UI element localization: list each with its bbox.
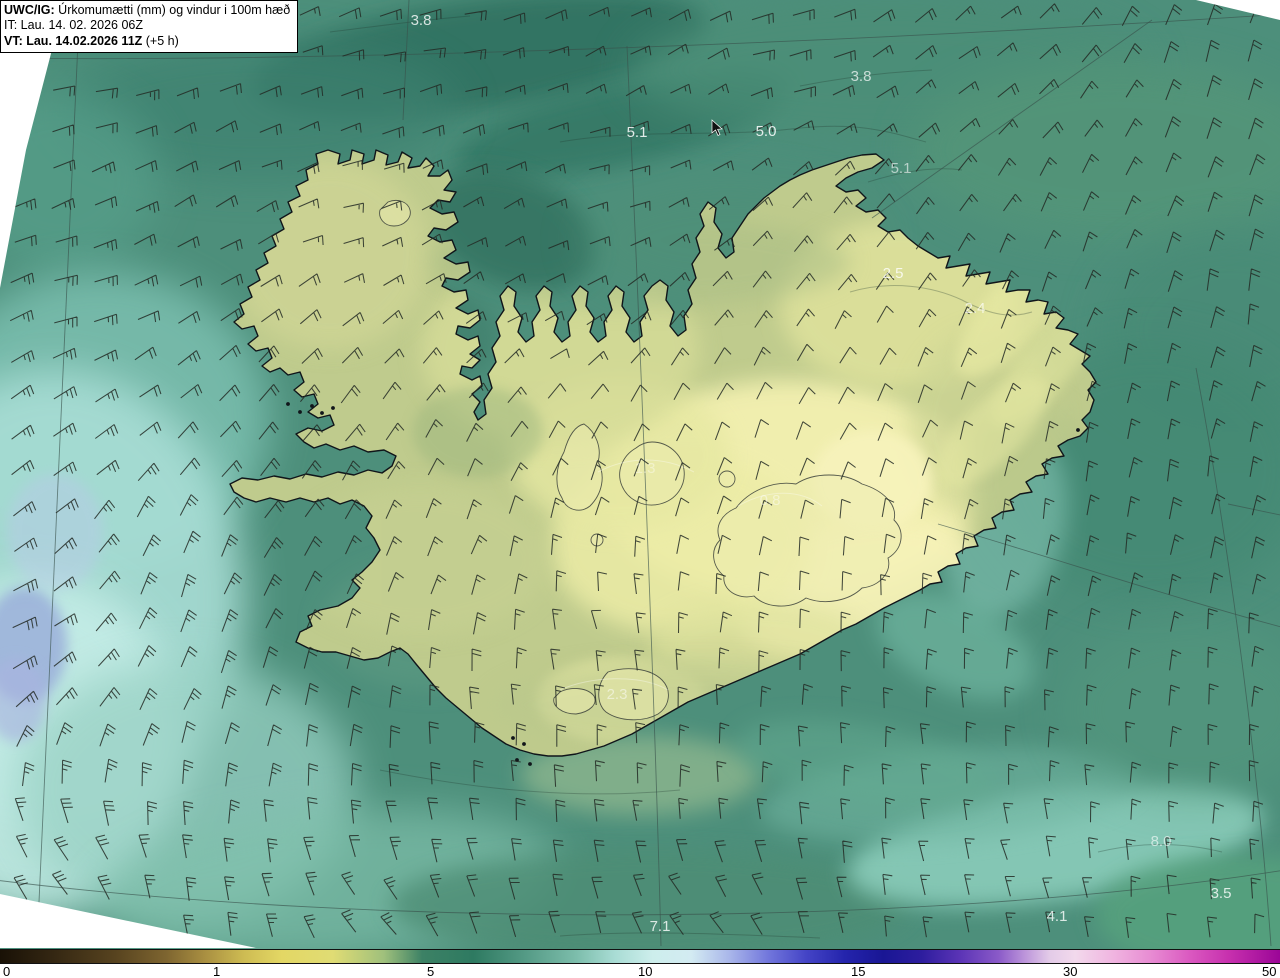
title-box: UWC/IG: Úrkomumætti (mm) og vindur i 100… — [0, 0, 298, 53]
contour-label: 3.5 — [1211, 885, 1232, 902]
contour-label: 7.1 — [650, 918, 671, 935]
valid-time-suffix: (+5 h) — [142, 34, 178, 48]
contour-label: 0.8 — [760, 492, 781, 509]
colorbar-tick-label: 1 — [213, 964, 220, 978]
contour-label: 3.8 — [851, 68, 872, 85]
colorbar-tick-label: 0 — [3, 964, 10, 978]
product-code: UWC/IG: — [4, 3, 55, 17]
map-title: UWC/IG: Úrkomumætti (mm) og vindur i 100… — [4, 3, 290, 18]
contour-label: 1.3 — [635, 460, 656, 477]
valid-time: VT: Lau. 14.02.2026 11Z (+5 h) — [4, 34, 290, 49]
colorbar-tick-label: 10 — [638, 964, 652, 978]
weather-map: 3.8 3.8 5.1 5.0 5.1 2.5 2.4 1.3 0.8 2.3 7.1 8.0 3.5 4… — [0, 0, 1280, 949]
contour-label: 2.3 — [607, 686, 628, 703]
colorbar-tick-label: 50 — [1262, 964, 1276, 978]
contour-label: 5.1 — [627, 124, 648, 141]
precipitation-colorbar — [0, 949, 1280, 964]
map-title-text: Úrkomumætti (mm) og vindur i 100m hæð — [55, 3, 290, 17]
colorbar-tick-label: 15 — [851, 964, 865, 978]
init-time: IT: Lau. 14. 02. 2026 06Z — [4, 18, 290, 33]
contour-label: 5.1 — [891, 160, 912, 177]
contour-label: 5.0 — [756, 123, 777, 140]
contour-label: 2.5 — [883, 265, 904, 282]
contour-label: 8.0 — [1151, 833, 1172, 850]
colorbar-tick-labels: 01510153050 — [0, 964, 1280, 978]
colorbar-tick-label: 30 — [1063, 964, 1077, 978]
contour-label: 3.8 — [411, 12, 432, 29]
colorbar-tick-label: 5 — [427, 964, 434, 978]
valid-time-bold: VT: Lau. 14.02.2026 11Z — [4, 34, 142, 48]
contour-label: 4.1 — [1047, 908, 1068, 925]
contour-label: 2.4 — [965, 300, 986, 317]
weather-map-viewer: 3.8 3.8 5.1 5.0 5.1 2.5 2.4 1.3 0.8 2.3 7.1 8.0 3.5 4… — [0, 0, 1280, 978]
